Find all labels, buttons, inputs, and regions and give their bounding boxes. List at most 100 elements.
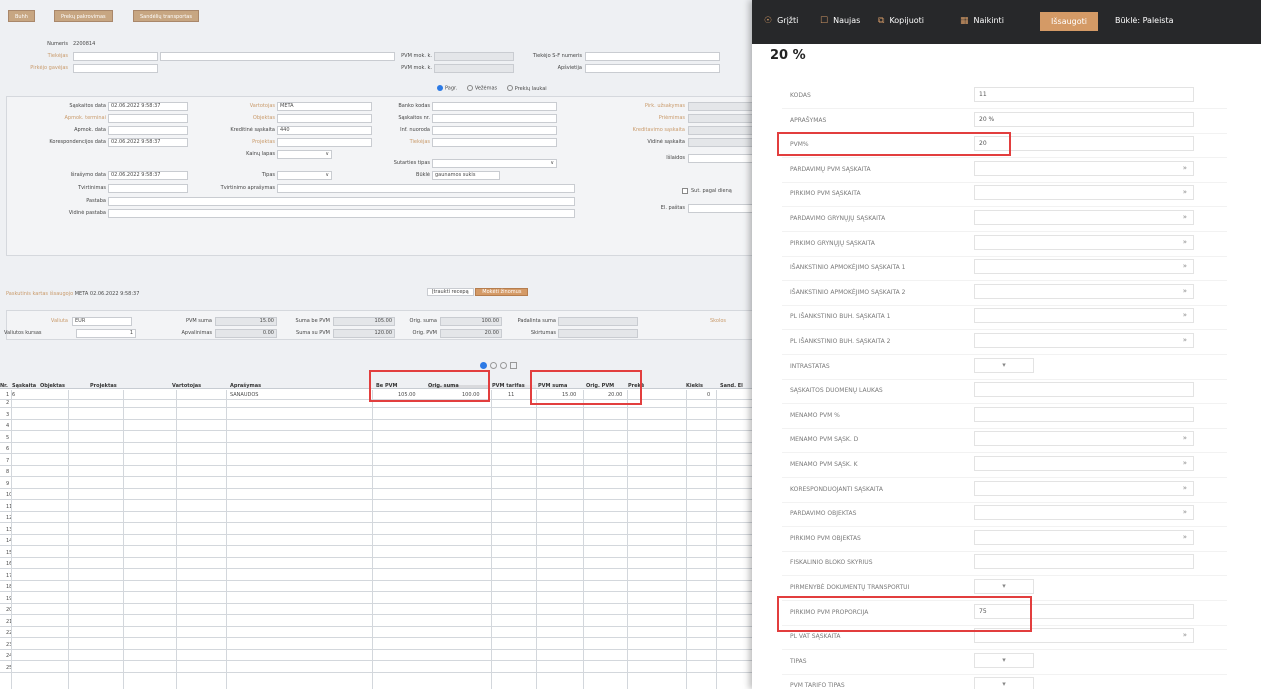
- col-pvm-tarifas[interactable]: PVM tarifas: [492, 383, 525, 389]
- delete-button[interactable]: ▦ Naikinti: [960, 16, 1004, 26]
- moketi-zinomus-button[interactable]: Mokėti žinomus: [475, 288, 529, 296]
- radio-pagr[interactable]: Pagr.: [437, 85, 457, 92]
- sutarties-tipas-select[interactable]: ∨: [432, 159, 557, 168]
- double-chevron-right-icon[interactable]: »: [1183, 432, 1187, 445]
- field-input[interactable]: »: [974, 283, 1194, 299]
- col-nr[interactable]: Nr.: [0, 383, 8, 389]
- sf-numeris-input[interactable]: [585, 52, 720, 61]
- double-chevron-right-icon[interactable]: »: [1183, 457, 1187, 470]
- field-input[interactable]: »: [974, 456, 1194, 471]
- tvirtinimas-input[interactable]: [108, 184, 188, 193]
- field-input[interactable]: »: [974, 431, 1194, 447]
- saskaitos-data-input[interactable]: 02.06.2022 9:58:37: [108, 102, 188, 111]
- field-select[interactable]: ▾: [974, 677, 1034, 689]
- valiuta-input[interactable]: EUR: [72, 317, 132, 326]
- col-aprasymas[interactable]: Aprašymas: [230, 383, 261, 389]
- field-input[interactable]: 11: [974, 87, 1194, 102]
- row-kiekis[interactable]: 0: [707, 392, 710, 398]
- field-input[interactable]: »: [974, 210, 1194, 225]
- pastaba-input[interactable]: [108, 197, 575, 206]
- copy-button[interactable]: ⧉ Kopijuoti: [878, 16, 924, 26]
- double-chevron-right-icon[interactable]: »: [1183, 285, 1187, 298]
- page-dot-icon[interactable]: [500, 362, 507, 369]
- field-input[interactable]: »: [974, 259, 1194, 275]
- tipas-select[interactable]: ∨: [277, 171, 332, 180]
- double-chevron-right-icon[interactable]: »: [1183, 531, 1187, 544]
- double-chevron-right-icon[interactable]: »: [1183, 506, 1187, 519]
- israsymo-data-input[interactable]: 02.06.2022 9:58:37: [108, 171, 188, 180]
- kreditavimo-saskaita-label[interactable]: Kreditavimo sąskaita: [575, 127, 685, 133]
- field-input[interactable]: [974, 406, 1194, 422]
- banko-kodas-input[interactable]: [432, 102, 557, 111]
- field-input[interactable]: »: [974, 529, 1194, 545]
- busena-select[interactable]: gaunamos sukis: [432, 171, 500, 180]
- tiekejas-label[interactable]: Tiekėjas: [20, 53, 68, 59]
- double-chevron-right-icon[interactable]: »: [1183, 482, 1187, 495]
- table-row[interactable]: 9: [0, 481, 760, 489]
- table-row[interactable]: 5: [0, 435, 760, 443]
- table-row[interactable]: 10: [0, 492, 760, 500]
- priemimas-input[interactable]: [688, 114, 760, 123]
- radio-prekiu-laukai[interactable]: Prekių laukai: [506, 85, 547, 92]
- tiekejas-code-input[interactable]: [73, 52, 158, 61]
- double-chevron-right-icon[interactable]: »: [1183, 629, 1187, 642]
- field-select[interactable]: ▾: [974, 652, 1034, 668]
- tiekejas-name-input[interactable]: [160, 52, 395, 61]
- priemimas-label[interactable]: Priėmimas: [590, 115, 685, 121]
- valiutos-kursas-input[interactable]: 1: [76, 329, 136, 338]
- row-pvm-tarifas[interactable]: 11: [508, 392, 514, 398]
- page-checkbox-icon[interactable]: [510, 362, 517, 369]
- double-chevron-right-icon[interactable]: »: [1183, 334, 1187, 347]
- save-button[interactable]: Išsaugoti: [1040, 12, 1098, 31]
- koresp-data-input[interactable]: 02.06.2022 9:58:37: [108, 138, 188, 147]
- objektas-label[interactable]: Objektas: [190, 115, 275, 121]
- field-select[interactable]: ▾: [974, 579, 1034, 594]
- apmok-data-input[interactable]: [108, 126, 188, 135]
- double-chevron-right-icon[interactable]: »: [1183, 211, 1187, 224]
- pvm-kodas-input-1[interactable]: [434, 52, 514, 61]
- field-input[interactable]: [974, 382, 1194, 398]
- tiekejas2-input[interactable]: [432, 138, 557, 147]
- sandeliu-transportas-button[interactable]: Sandėlių transportas: [133, 10, 199, 22]
- page-dot-active-icon[interactable]: [480, 362, 487, 369]
- field-input[interactable]: »: [974, 333, 1194, 348]
- table-row[interactable]: 8: [0, 469, 760, 477]
- pvm-kodas-input-2[interactable]: [434, 64, 514, 73]
- pirk-uzsakymas-input[interactable]: [688, 102, 760, 111]
- field-input[interactable]: »: [974, 505, 1194, 521]
- busena-status[interactable]: Būklė: Paleista: [1115, 16, 1174, 25]
- table-row[interactable]: 16: [0, 561, 760, 569]
- row-saskaita[interactable]: 6: [12, 392, 15, 398]
- kainu-lapas-select[interactable]: ∨: [277, 150, 332, 159]
- table-row[interactable]: 6: [0, 446, 760, 454]
- col-vartotojas[interactable]: Vartotojas: [172, 383, 201, 389]
- table-row[interactable]: 25: [0, 665, 760, 673]
- row-aprasymas[interactable]: SANAUDOS: [230, 392, 258, 398]
- double-chevron-right-icon[interactable]: »: [1183, 186, 1187, 199]
- kreditavimo-saskaita-input[interactable]: [688, 126, 760, 135]
- sut-pagal-checkbox[interactable]: [682, 188, 688, 194]
- inf-nuoroda-input[interactable]: [432, 126, 557, 135]
- col-kiekis[interactable]: Kiekis: [686, 383, 703, 389]
- close-button[interactable]: ☉ Grįžti: [764, 16, 798, 26]
- table-row[interactable]: 12: [0, 515, 760, 523]
- vartotojas-label[interactable]: Vartotojas: [190, 103, 275, 109]
- valiuta-label[interactable]: Valiuta: [30, 318, 68, 324]
- table-row[interactable]: 13: [0, 527, 760, 535]
- table-row[interactable]: 21: [0, 619, 760, 627]
- table-row[interactable]: 24: [0, 653, 760, 661]
- el-pastas-input[interactable]: [688, 204, 760, 213]
- projektas-label[interactable]: Projektas: [190, 139, 275, 145]
- pirkejo-gavejas-input[interactable]: [73, 64, 158, 73]
- new-button[interactable]: ☐ Naujas: [820, 16, 860, 26]
- table-row[interactable]: 7: [0, 458, 760, 466]
- saskaitos-nr-input[interactable]: [432, 114, 557, 123]
- islaidos-input[interactable]: [688, 154, 760, 163]
- tvirtinimo-aprasymas-input[interactable]: [277, 184, 575, 193]
- apmok-terminai-label[interactable]: Apmok. terminai: [10, 115, 106, 121]
- prekiu-pakrovimas-button[interactable]: Prekų pakrovimas: [54, 10, 113, 22]
- tiekejas2-label[interactable]: Tiekėjas: [345, 139, 430, 145]
- buhh-button[interactable]: Buhh: [8, 10, 35, 22]
- field-input[interactable]: »: [974, 185, 1194, 201]
- pirkejo-gavejas-label[interactable]: Pirkėjo gavėjas: [6, 65, 68, 71]
